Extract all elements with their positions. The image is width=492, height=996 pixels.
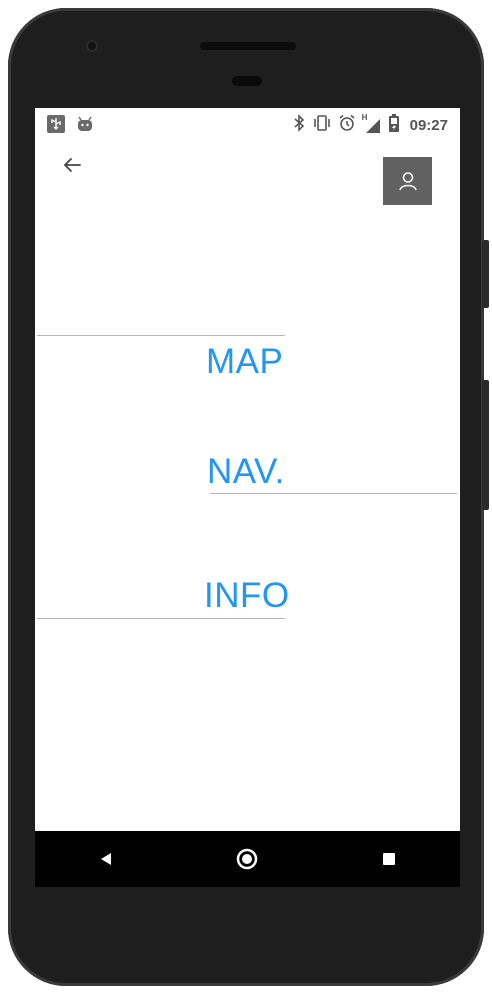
status-time: 09:27	[409, 116, 448, 134]
map-divider	[37, 335, 285, 336]
profile-button[interactable]	[383, 157, 432, 205]
system-nav-bar	[35, 831, 460, 887]
back-button[interactable]	[59, 152, 85, 178]
vibrate-icon	[312, 114, 332, 136]
info-menu-item[interactable]: INFO	[204, 578, 290, 613]
speaker-grille	[200, 42, 296, 50]
app-top-bar	[35, 140, 460, 210]
usb-icon	[47, 115, 65, 137]
screen: H 09:27 MAP NAV. INFO	[35, 108, 460, 831]
status-left-icons	[47, 115, 93, 137]
person-icon	[398, 172, 417, 191]
system-home-button[interactable]	[217, 839, 277, 879]
earpiece	[232, 76, 262, 86]
info-divider	[37, 618, 285, 619]
map-menu-item[interactable]: MAP	[206, 344, 283, 379]
square-recents-icon	[383, 853, 396, 865]
status-right-icons: H 09:27	[292, 113, 448, 136]
triangle-back-icon	[100, 853, 111, 865]
arrow-left-icon	[63, 158, 81, 172]
android-debug-icon	[77, 116, 93, 136]
bluetooth-icon	[292, 114, 306, 136]
circle-home-icon	[237, 848, 258, 870]
system-recents-button[interactable]	[359, 839, 419, 879]
front-camera	[86, 40, 98, 52]
system-back-button[interactable]	[76, 839, 136, 879]
alarm-icon	[338, 114, 356, 136]
battery-icon	[388, 114, 400, 136]
signal-icon: H	[362, 113, 382, 134]
nav-divider	[210, 493, 457, 494]
volume-button	[482, 380, 489, 510]
nav-menu-item[interactable]: NAV.	[207, 454, 285, 489]
power-button	[482, 240, 489, 308]
status-bar: H 09:27	[35, 108, 460, 140]
